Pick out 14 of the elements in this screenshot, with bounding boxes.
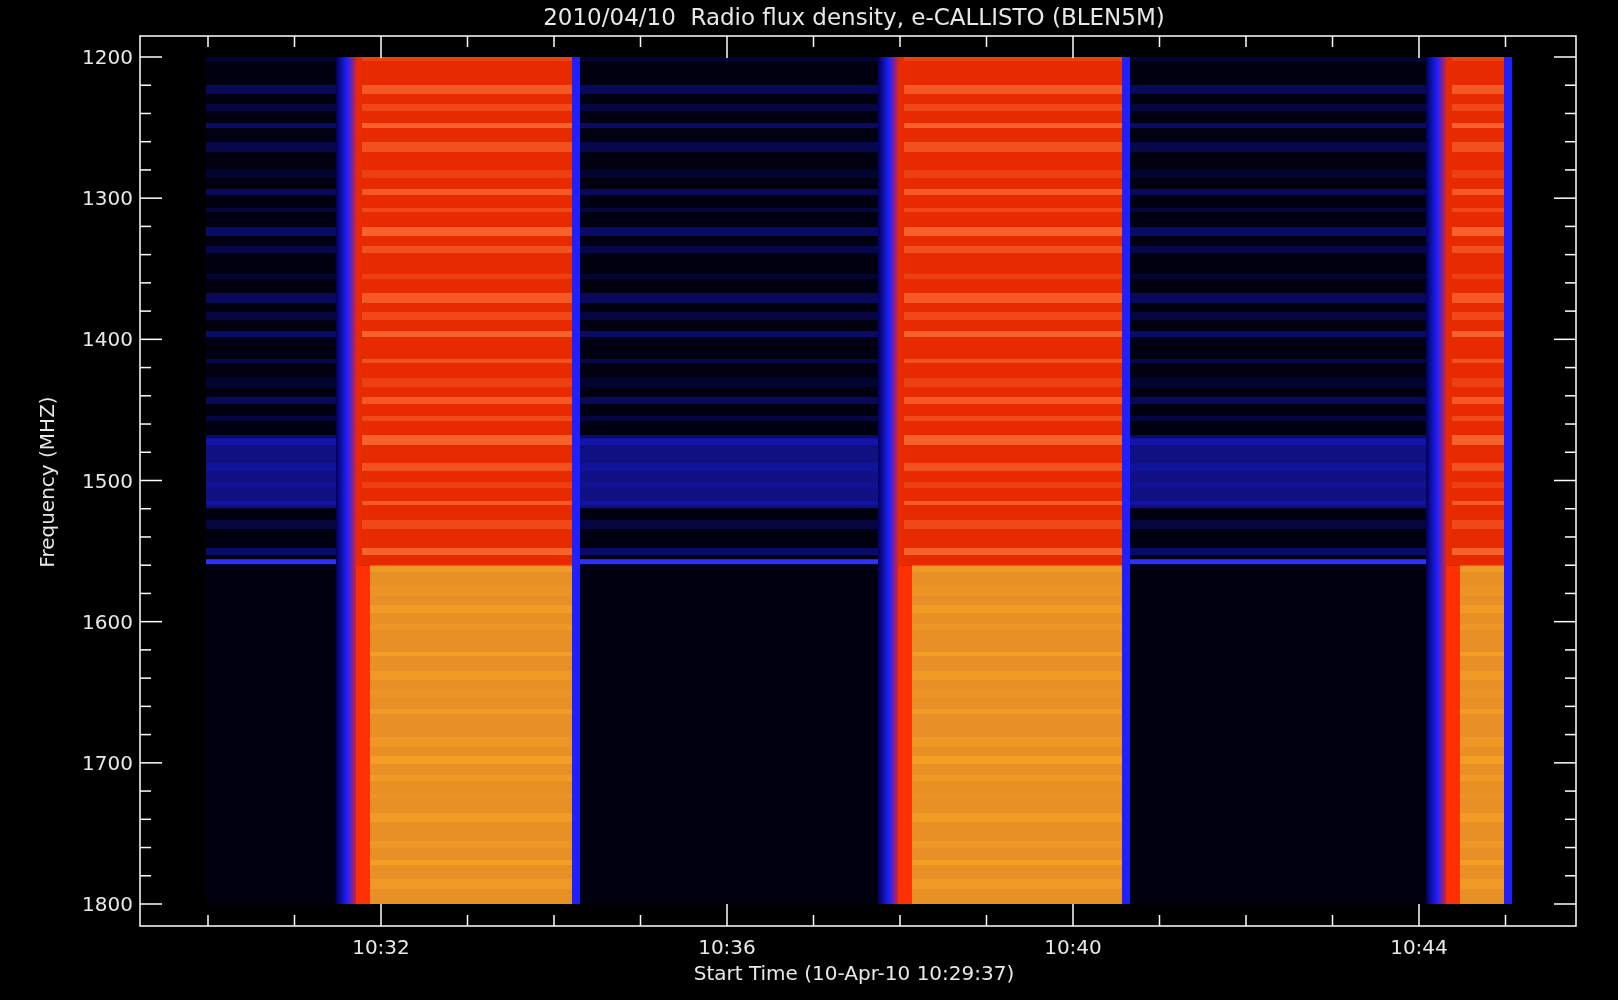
tick-label: 1200 [82,45,133,69]
tick-label: 1800 [82,892,133,916]
tick-label: 1400 [82,327,133,352]
tick-label: 10:36 [698,935,756,959]
axis-label: Frequency (MHZ) [35,396,59,568]
tick-label: 10:44 [1390,935,1448,959]
tick-label: 10:40 [1044,935,1102,959]
axis-label: Start Time (10-Apr-10 10:29:37) [693,961,1015,985]
tick-label: 1700 [82,750,133,775]
plot-title: 2010/04/10 Radio flux density, e-CALLISTO (BLEN5M) [543,4,1165,30]
tick-label: 1500 [82,468,133,493]
tick-label: 1300 [82,186,133,211]
tick-label: 1600 [82,609,133,634]
tick-label: 10:32 [352,935,410,959]
